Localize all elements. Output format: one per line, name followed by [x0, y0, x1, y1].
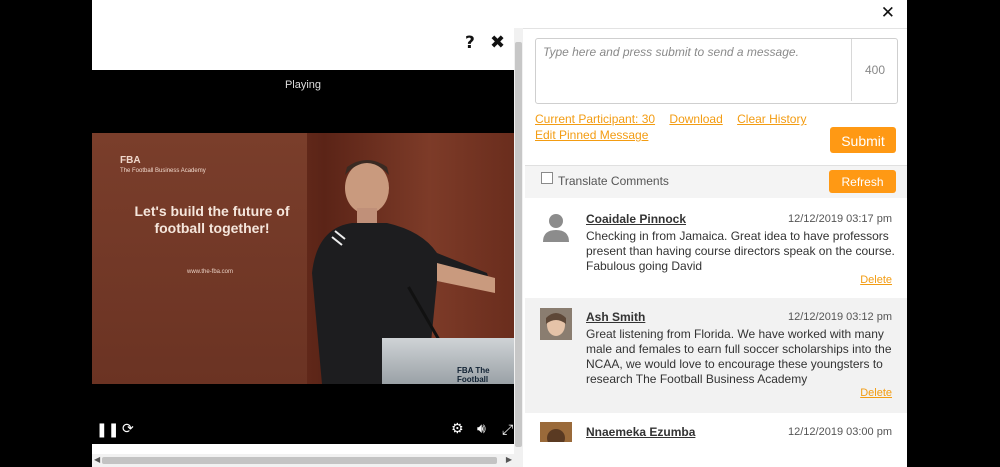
- refresh-button[interactable]: Refresh: [829, 170, 896, 193]
- avatar: [540, 422, 572, 442]
- volume-icon[interactable]: 🔊︎: [477, 421, 486, 437]
- message-text: Great listening from Florida. We have wo…: [586, 327, 892, 386]
- horizontal-scroll-thumb[interactable]: [102, 457, 497, 464]
- banner-headline: Let's build the future of football toget…: [134, 203, 290, 236]
- pause-icon[interactable]: ❚❚: [96, 422, 119, 438]
- fba-logo-main: FBA: [120, 155, 141, 166]
- message-input[interactable]: [536, 39, 836, 101]
- chat-pane: 400 Current Participant: 30 Download Cle…: [525, 28, 907, 467]
- message-list: Coaidale Pinnock 12/12/2019 03:17 pm Che…: [525, 200, 907, 467]
- user-photo: [540, 308, 572, 340]
- window-topbar: ✕: [92, 0, 907, 29]
- translate-label: Translate Comments: [558, 174, 669, 188]
- list-item: Ash Smith 12/12/2019 03:12 pm Great list…: [525, 298, 907, 413]
- avatar: [540, 308, 572, 340]
- window-close-icon[interactable]: ✕: [881, 3, 895, 23]
- delete-link[interactable]: Delete: [860, 387, 892, 399]
- help-icon[interactable]: ?: [465, 33, 475, 53]
- loop-icon[interactable]: ⟳: [122, 421, 134, 437]
- download-link[interactable]: Download: [669, 112, 722, 126]
- user-photo: [540, 422, 572, 442]
- message-text: Checking in from Jamaica. Great idea to …: [586, 229, 895, 273]
- chat-window: ✕ ? ✖ Playing FBA The Football Business …: [92, 0, 907, 467]
- translate-checkbox[interactable]: [541, 172, 553, 184]
- message-time: 12/12/2019 03:17 pm: [788, 213, 892, 225]
- avatar: [540, 210, 572, 242]
- chat-actions: Current Participant: 30 Download Clear H…: [535, 112, 817, 126]
- vertical-scroll-thumb[interactable]: [515, 42, 522, 447]
- video-frame[interactable]: FBA The Football Business Academy Let's …: [92, 133, 514, 384]
- video-player[interactable]: Playing FBA The Football Business Academ…: [92, 70, 514, 444]
- fba-logo-sub: The Football Business Academy: [120, 168, 206, 174]
- horizontal-scrollbar[interactable]: ◀ ▶: [92, 454, 514, 467]
- default-user-icon: [543, 214, 569, 242]
- author-name[interactable]: Coaidale Pinnock: [586, 212, 686, 226]
- video-pane: ? ✖ Playing FBA The Football Business Ac…: [92, 28, 514, 467]
- edit-pinned-message-link[interactable]: Edit Pinned Message: [535, 128, 648, 142]
- banner-url: www.the-fba.com: [187, 269, 234, 275]
- character-limit: 400: [851, 39, 898, 101]
- translate-bar: Translate Comments Refresh: [525, 166, 907, 198]
- list-item: Nnaemeka Ezumba 12/12/2019 03:00 pm: [525, 413, 907, 467]
- message-time: 12/12/2019 03:00 pm: [788, 426, 892, 438]
- author-name[interactable]: Ash Smith: [586, 310, 645, 324]
- current-participant-link[interactable]: Current Participant: 30: [535, 112, 655, 126]
- lectern-logo: FBA The Football: [457, 366, 490, 384]
- close-video-icon[interactable]: ✖: [490, 32, 505, 53]
- video-controls: ❚❚ ⟳ ⚙ 🔊︎ ⤢: [92, 420, 514, 444]
- message-time: 12/12/2019 03:12 pm: [788, 311, 892, 323]
- submit-button[interactable]: Submit: [830, 127, 896, 153]
- clear-history-link[interactable]: Clear History: [737, 112, 806, 126]
- delete-link[interactable]: Delete: [860, 274, 892, 286]
- fba-logo: FBA The Football Business Academy: [120, 155, 206, 177]
- fba-banner: FBA The Football Business Academy Let's …: [92, 133, 307, 384]
- message-compose-box: 400: [535, 38, 898, 104]
- fullscreen-icon[interactable]: ⤢: [502, 422, 513, 438]
- scroll-right-icon[interactable]: ▶: [506, 455, 512, 464]
- scroll-left-icon[interactable]: ◀: [94, 455, 100, 464]
- settings-gear-icon[interactable]: ⚙: [451, 421, 464, 437]
- playback-status: Playing: [284, 79, 322, 91]
- author-name[interactable]: Nnaemeka Ezumba: [586, 425, 695, 439]
- vertical-scrollbar[interactable]: [514, 28, 523, 467]
